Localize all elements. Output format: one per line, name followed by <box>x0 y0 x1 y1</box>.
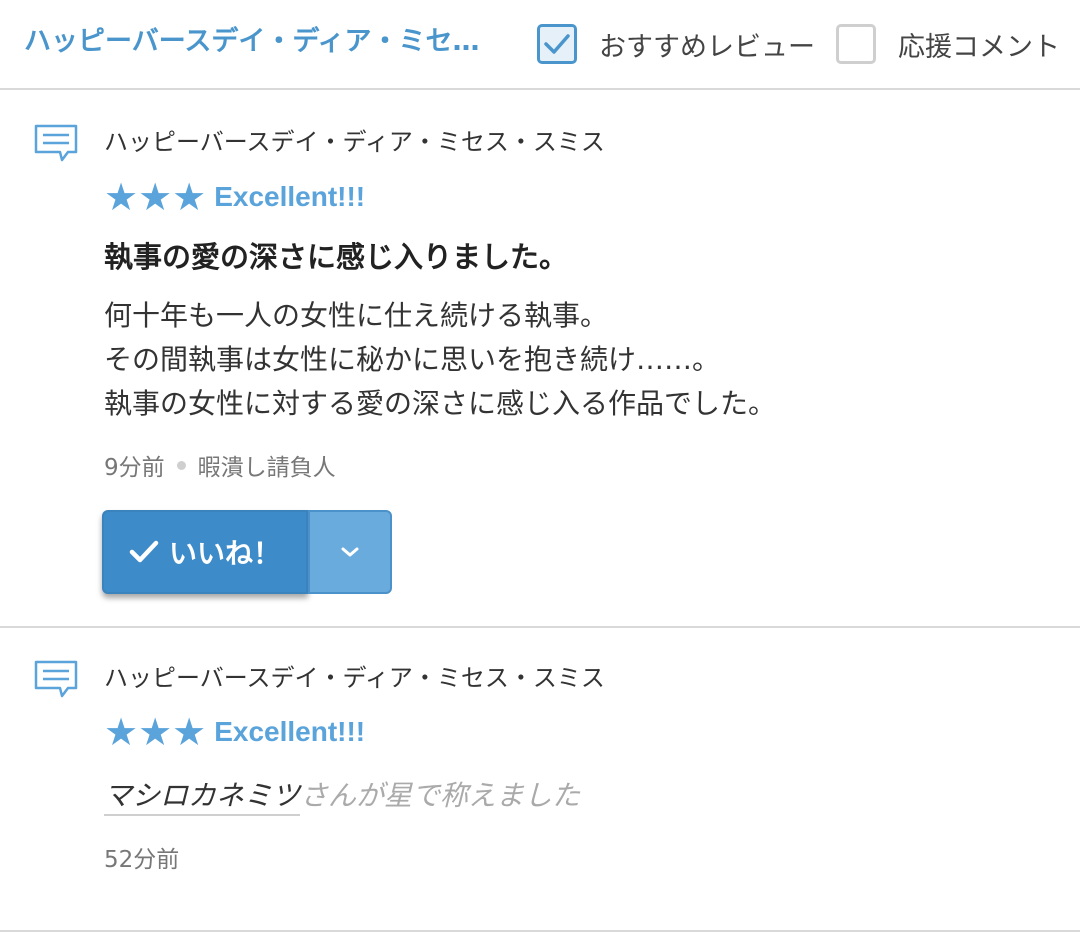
star-icons: ★★★ <box>104 710 207 754</box>
review-work-title[interactable]: ハッピーバースデイ・ディア・ミセス・スミス <box>104 122 605 157</box>
review-time: 9分前 <box>104 455 165 481</box>
support-comments-label: 応援コメント <box>898 31 1060 63</box>
check-icon <box>129 539 159 565</box>
praise-message: さんが星で称えました <box>300 779 581 812</box>
praise-user-link[interactable]: マシロカネミツ <box>104 779 301 816</box>
support-comments-checkbox[interactable] <box>836 24 876 64</box>
recommended-reviews-label: おすすめレビュー <box>599 31 815 63</box>
rating-label: Excellent!!! <box>214 716 366 747</box>
star-rating: ★★★ Excellent!!! <box>104 713 365 751</box>
review-item: ハッピーバースデイ・ディア・ミセス・スミス ★★★ Excellent!!! 執… <box>0 90 1080 628</box>
separator-dot <box>176 460 186 470</box>
review-item: ハッピーバースデイ・ディア・ミセス・スミス ★★★ Excellent!!! マ… <box>0 628 1080 932</box>
praise-text: マシロカネミツさんが星で称えました <box>104 774 581 816</box>
comment-icon <box>34 124 78 162</box>
star-icons: ★★★ <box>104 175 207 219</box>
review-author[interactable]: 暇潰し請負人 <box>198 448 336 482</box>
star-rating: ★★★ Excellent!!! <box>104 178 365 216</box>
work-title-link[interactable]: ハッピーバースデイ・ディア・ミセス・スミス <box>24 22 484 62</box>
recommended-reviews-checkbox[interactable] <box>537 24 577 64</box>
rating-label: Excellent!!! <box>214 181 366 212</box>
chevron-down-icon <box>341 547 359 557</box>
like-button-group: いいね！ <box>102 510 392 594</box>
like-button[interactable]: いいね！ <box>102 510 308 594</box>
review-body-line: 何十年も一人の女性に仕え続ける執事。 <box>104 299 609 332</box>
review-time: 52分前 <box>104 847 180 873</box>
filter-support-comments[interactable]: 応援コメント <box>836 22 1060 66</box>
review-meta: 9分前 暇潰し請負人 <box>104 448 336 482</box>
filter-recommended-reviews[interactable]: おすすめレビュー <box>537 22 815 66</box>
checkmark-icon <box>544 34 570 54</box>
like-options-dropdown[interactable] <box>308 510 392 594</box>
header-bar: ハッピーバースデイ・ディア・ミセス・スミス おすすめレビュー 応援コメント <box>0 0 1080 90</box>
review-body-line: 執事の女性に対する愛の深さに感じ入る作品でした。 <box>104 387 777 420</box>
review-meta: 52分前 <box>104 840 179 874</box>
review-body-line: その間執事は女性に秘かに思いを抱き続け……。 <box>104 343 721 376</box>
review-title[interactable]: 執事の愛の深さに感じ入りました。 <box>104 234 568 276</box>
comment-icon <box>34 660 78 698</box>
like-button-label: いいね！ <box>168 537 281 570</box>
review-work-title[interactable]: ハッピーバースデイ・ディア・ミセス・スミス <box>104 658 605 693</box>
